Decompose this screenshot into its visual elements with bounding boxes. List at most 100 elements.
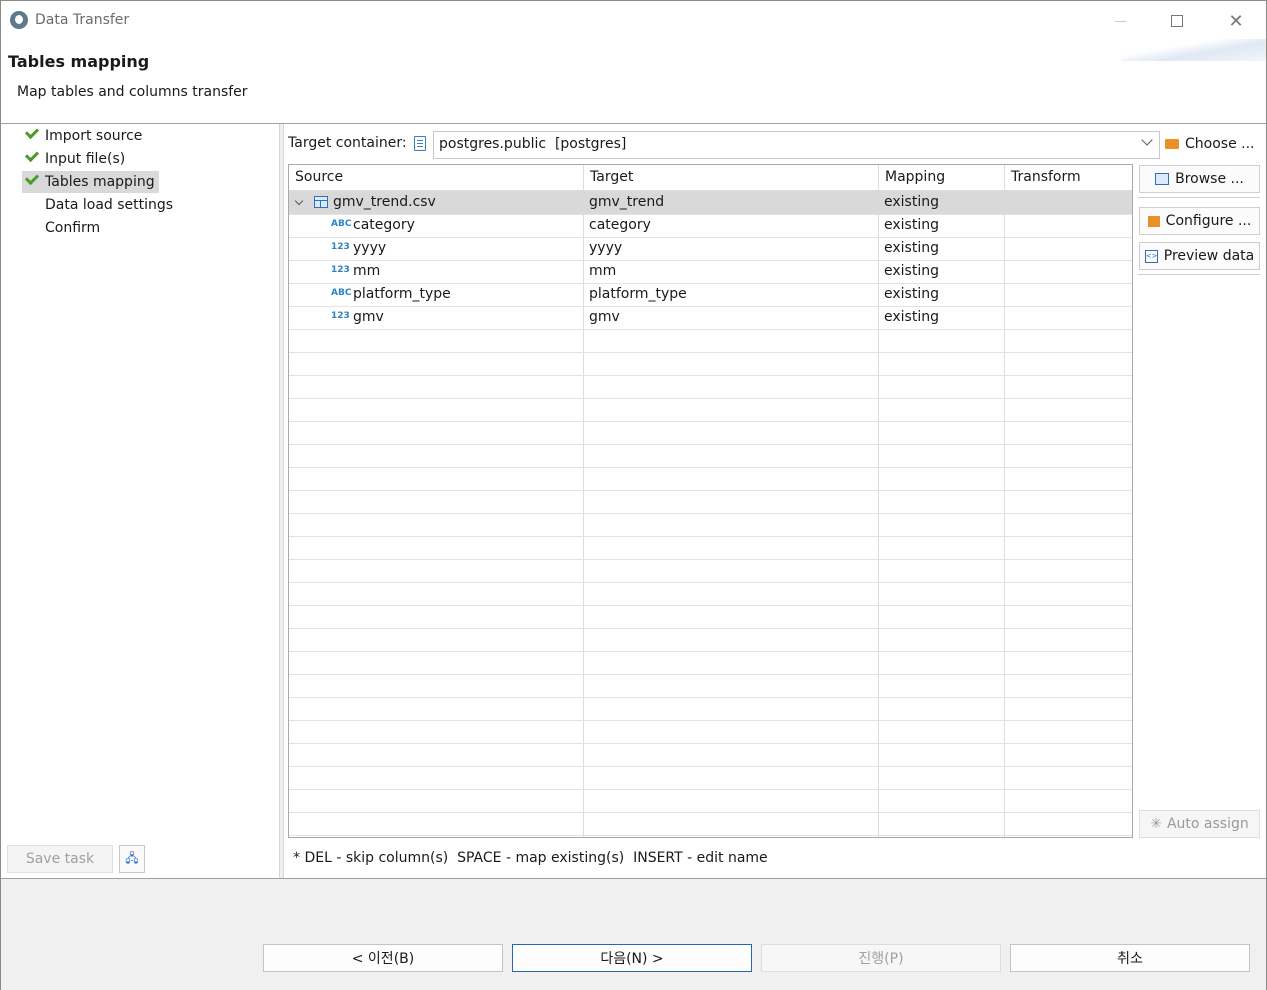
title-bar: Data Transfer ✕ — [1, 1, 1266, 41]
empty-row — [289, 513, 1132, 537]
empty-row — [289, 766, 1132, 790]
window-title: Data Transfer — [35, 12, 130, 28]
cell-mapping[interactable]: existing — [884, 214, 939, 237]
cell-mapping[interactable]: existing — [884, 260, 939, 283]
empty-row — [289, 536, 1132, 560]
app-icon — [10, 11, 28, 29]
cell-target[interactable]: platform_type — [589, 283, 687, 306]
text-type-icon: ABC — [331, 219, 352, 229]
number-type-icon: 123 — [331, 311, 350, 321]
cell-source[interactable]: category — [353, 214, 415, 237]
column-header-source[interactable]: Source — [289, 165, 343, 190]
close-button[interactable]: ✕ — [1207, 1, 1265, 41]
cell-target[interactable]: gmv_trend — [589, 191, 664, 214]
proceed-button[interactable]: 진행(P) — [761, 944, 1001, 972]
minimize-button[interactable] — [1091, 1, 1149, 41]
mapping-table[interactable]: Source Target Mapping Transform gmv_tren… — [288, 164, 1133, 838]
back-button[interactable]: < 이전(B) — [263, 944, 503, 972]
empty-row — [289, 651, 1132, 675]
empty-row — [289, 628, 1132, 652]
choose-button[interactable]: Choose ... — [1165, 131, 1255, 157]
preview-data-button[interactable]: <> Preview data — [1139, 242, 1260, 270]
preview-label: Preview data — [1163, 248, 1255, 264]
configure-button[interactable]: Configure ... — [1139, 207, 1260, 235]
column-header-target[interactable]: Target — [584, 165, 633, 190]
close-icon: ✕ — [1228, 10, 1244, 32]
auto-assign-button[interactable]: ✳ Auto assign — [1139, 810, 1260, 838]
page-title: Tables mapping — [8, 52, 150, 71]
step-tables-mapping[interactable]: Tables mapping — [22, 170, 159, 193]
empty-row — [289, 375, 1132, 399]
empty-row — [289, 329, 1132, 353]
cell-mapping[interactable]: existing — [884, 191, 939, 214]
next-button[interactable]: 다음(N) > — [512, 944, 752, 972]
empty-row — [289, 674, 1132, 698]
cell-source[interactable]: yyyy — [353, 237, 386, 260]
cell-source[interactable]: gmv — [353, 306, 384, 329]
keyboard-hint: * DEL - skip column(s) SPACE - map exist… — [293, 850, 768, 866]
table-row[interactable]: ABC category category existing — [289, 214, 1132, 238]
maximize-button[interactable] — [1148, 1, 1206, 41]
browse-button[interactable]: Browse ... — [1139, 165, 1260, 193]
choose-label: Choose ... — [1185, 136, 1255, 152]
panel-splitter[interactable] — [279, 124, 284, 878]
table-row[interactable]: 123 yyyy yyyy existing — [289, 237, 1132, 261]
step-data-load-settings[interactable]: Data load settings — [22, 194, 177, 216]
empty-row — [289, 743, 1132, 767]
table-row[interactable]: gmv_trend.csv gmv_trend existing — [289, 191, 1132, 215]
chevron-down-icon[interactable] — [294, 196, 304, 206]
maximize-icon — [1171, 15, 1183, 27]
cell-source[interactable]: mm — [353, 260, 380, 283]
table-row[interactable]: 123 mm mm existing — [289, 260, 1132, 284]
table-icon — [314, 196, 328, 208]
page-description: Map tables and columns transfer — [17, 84, 248, 100]
browse-label: Browse ... — [1175, 171, 1244, 187]
table-row[interactable]: 123 gmv gmv existing — [289, 306, 1132, 330]
schema-icon — [414, 136, 426, 151]
wizard-steps: Import source Input file(s) Tables mappi… — [1, 124, 279, 878]
cell-source[interactable]: platform_type — [353, 283, 451, 306]
step-label: Tables mapping — [45, 174, 155, 190]
task-settings-button[interactable]: 🖧 — [119, 845, 145, 873]
empty-row — [289, 582, 1132, 606]
step-label: Data load settings — [45, 197, 174, 213]
empty-row — [289, 398, 1132, 422]
empty-row — [289, 605, 1132, 629]
empty-row — [289, 559, 1132, 583]
column-header-transform[interactable]: Transform — [1005, 165, 1081, 190]
cell-source[interactable]: gmv_trend.csv — [333, 191, 436, 214]
minimize-icon — [1114, 20, 1126, 22]
separator — [1138, 274, 1260, 275]
preview-icon: <> — [1144, 249, 1158, 263]
cell-target[interactable]: mm — [589, 260, 616, 283]
data-transfer-window: Data Transfer ✕ Tables mapping Map table… — [0, 0, 1267, 990]
cell-mapping[interactable]: existing — [884, 283, 939, 306]
cancel-button[interactable]: 취소 — [1010, 944, 1250, 972]
cell-mapping[interactable]: existing — [884, 237, 939, 260]
check-icon — [24, 124, 40, 140]
cell-target[interactable]: yyyy — [589, 237, 622, 260]
check-icon — [24, 170, 40, 186]
separator — [1138, 197, 1260, 198]
table-row[interactable]: ABC platform_type platform_type existing — [289, 283, 1132, 307]
empty-row — [289, 789, 1132, 813]
cell-target[interactable]: category — [589, 214, 651, 237]
folder-icon — [1165, 139, 1179, 149]
cell-target[interactable]: gmv — [589, 306, 620, 329]
empty-row — [289, 421, 1132, 445]
task-icon: 🖧 — [125, 850, 139, 865]
empty-row — [289, 352, 1132, 376]
empty-row — [289, 812, 1132, 836]
target-container-label: Target container: — [288, 135, 407, 151]
asterisk-icon: ✳ — [1150, 816, 1162, 832]
column-header-mapping[interactable]: Mapping — [879, 165, 945, 190]
cell-mapping[interactable]: existing — [884, 306, 939, 329]
step-confirm[interactable]: Confirm — [22, 217, 104, 239]
auto-assign-label: Auto assign — [1166, 816, 1249, 832]
save-task-button[interactable]: Save task — [7, 845, 113, 873]
empty-row — [289, 490, 1132, 514]
step-import-source[interactable]: Import source — [22, 124, 146, 147]
target-container-select[interactable]: postgres.public [postgres] — [433, 131, 1160, 159]
step-input-files[interactable]: Input file(s) — [22, 147, 129, 170]
step-label: Import source — [45, 128, 143, 144]
